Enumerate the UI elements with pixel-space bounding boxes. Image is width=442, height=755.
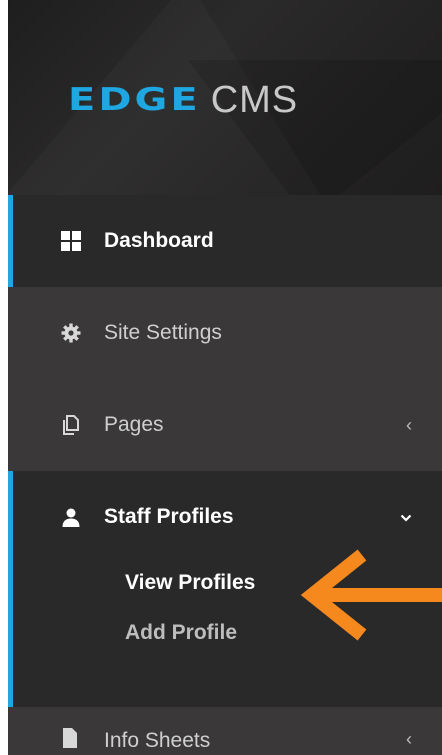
logo-cms-text: CMS <box>210 78 299 121</box>
sidebar-item-label: Staff Profiles <box>104 505 234 528</box>
brand-header: EDGE CMS <box>8 0 442 195</box>
sidebar-item-info-sheets[interactable]: Info Sheets ‹ <box>8 707 442 755</box>
grid-icon <box>60 230 82 252</box>
chevron-left-icon: ‹ <box>406 414 412 435</box>
sidebar-item-label: Info Sheets <box>104 729 211 752</box>
sidebar-item-pages[interactable]: Pages ‹ <box>8 379 442 471</box>
sidebar-item-label: Pages <box>104 413 164 436</box>
sidebar-item-dashboard[interactable]: Dashboard <box>8 195 442 287</box>
user-icon <box>60 506 82 528</box>
copy-icon <box>60 414 82 436</box>
submenu-item-view-profiles[interactable]: View Profiles <box>125 571 255 595</box>
submenu-item-add-profile[interactable]: Add Profile <box>125 621 237 645</box>
annotation-arrow-icon <box>300 549 442 641</box>
sidebar-item-site-settings[interactable]: Site Settings <box>8 287 442 379</box>
sidebar-item-label: Dashboard <box>104 229 214 252</box>
logo[interactable]: EDGE CMS <box>68 70 298 130</box>
logo-edge-text: EDGE <box>68 82 201 118</box>
file-icon <box>60 727 82 749</box>
gear-icon <box>60 322 82 344</box>
chevron-down-icon <box>400 507 412 528</box>
nav-menu: Dashboard Site Settings Pages ‹ Staff Pr… <box>8 195 442 755</box>
chevron-left-icon: ‹ <box>406 729 412 749</box>
sidebar-item-label: Site Settings <box>104 321 222 344</box>
